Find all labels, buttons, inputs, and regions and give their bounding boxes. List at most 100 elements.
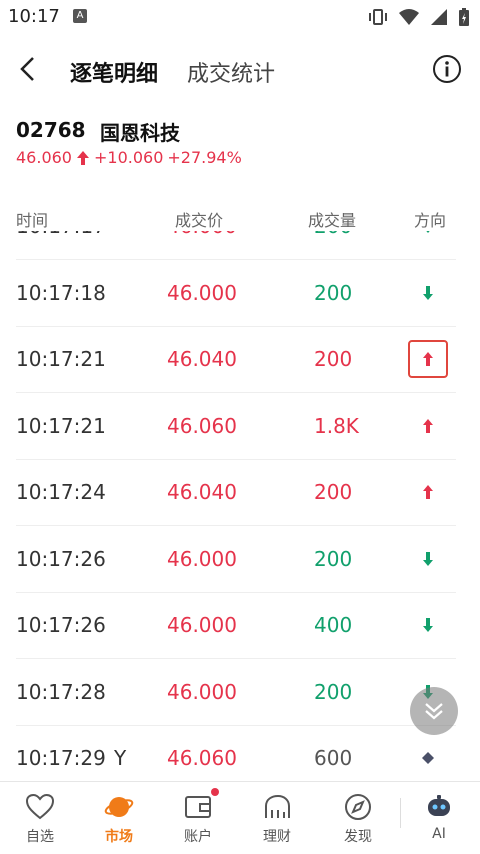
- row-direction: [408, 606, 448, 644]
- row-time: 10:17:21: [16, 347, 106, 371]
- status-icons: [368, 7, 470, 27]
- row-volume: 200: [314, 546, 353, 571]
- row-price: 46.040: [167, 480, 237, 504]
- row-direction: [408, 231, 448, 245]
- wifi-icon: [399, 9, 419, 25]
- row-price: 46.000: [167, 679, 237, 704]
- diamond-icon: [422, 752, 434, 764]
- row-direction: [408, 473, 448, 511]
- row-volume: 1.8K: [314, 413, 359, 438]
- row-time: 10:17:26: [16, 546, 106, 571]
- row-time: 10:17:24: [16, 480, 106, 504]
- row-time: 10:17:29: [16, 746, 106, 770]
- table-row: 10:17:29 Y 46.060 600: [16, 725, 456, 781]
- heart-icon: [25, 793, 55, 820]
- row-price: 46.060: [167, 413, 237, 438]
- row-volume: 200: [314, 480, 353, 504]
- stock-name: 国恩科技: [100, 121, 180, 145]
- row-time: 10:17:26: [16, 613, 106, 637]
- down-arrow-icon: [423, 618, 433, 632]
- bottom-nav: 自选 市场 账户 理财 发现 AI: [0, 781, 480, 854]
- table-row: 10:17:24 46.040 200: [16, 459, 456, 526]
- last-price: 46.060: [16, 148, 72, 167]
- double-chevron-down-icon: [425, 703, 443, 720]
- row-flag: Y: [114, 746, 127, 770]
- row-price: 46.000: [167, 546, 237, 571]
- col-time: 时间: [16, 211, 49, 230]
- row-time: 10:17:18: [16, 280, 106, 305]
- vibrate-icon: [369, 9, 387, 25]
- table-row: 10:17:28 46.000 200: [16, 659, 456, 726]
- down-arrow-icon: [423, 551, 433, 566]
- tab-trade-statistics[interactable]: 成交统计: [187, 56, 275, 88]
- table-row: 10:17:18 46.000 200: [16, 260, 456, 327]
- compass-icon: [345, 794, 371, 820]
- row-direction: [408, 739, 448, 777]
- row-volume: 200: [314, 679, 353, 704]
- row-price: 46.000: [167, 280, 237, 305]
- col-direction: 方向: [414, 211, 447, 230]
- wallet-icon: [185, 796, 211, 818]
- down-arrow-icon: [423, 285, 433, 300]
- nav-watchlist[interactable]: 自选: [10, 782, 70, 854]
- scroll-to-bottom-button[interactable]: [410, 687, 458, 735]
- stock-code: 02768: [16, 118, 86, 142]
- table-row: 10:17:17 46.000 200: [16, 231, 456, 260]
- back-arrow-icon[interactable]: [14, 54, 44, 84]
- price-line: 46.060 +10.060 +27.94%: [16, 148, 242, 167]
- row-volume: 200: [314, 347, 353, 371]
- row-direction: [408, 340, 448, 378]
- row-direction: [408, 540, 448, 578]
- tab-tick-details[interactable]: 逐笔明细: [70, 56, 158, 88]
- up-arrow-icon: [423, 485, 433, 499]
- table-row: 10:17:21 46.040 200: [16, 326, 456, 393]
- row-time: 10:17:28: [16, 679, 106, 704]
- row-price: 46.000: [167, 231, 237, 238]
- battery-icon: [459, 8, 469, 26]
- nav-market-label: 市场: [105, 829, 133, 845]
- planet-icon: [104, 797, 134, 817]
- nav-ai[interactable]: AI: [409, 782, 469, 854]
- nav-discover[interactable]: 发现: [328, 782, 388, 854]
- notification-a-icon: A: [73, 9, 87, 23]
- row-volume: 200: [314, 280, 353, 305]
- robot-icon: [428, 795, 450, 816]
- table-row: 10:17:26 46.000 400: [16, 592, 456, 659]
- row-price: 46.060: [167, 746, 237, 770]
- row-direction: [408, 407, 448, 445]
- elephant-icon: [265, 794, 290, 818]
- row-time: 10:17:17: [16, 231, 106, 238]
- header: 逐笔明细 成交统计: [0, 40, 480, 100]
- down-arrow-icon: [426, 231, 430, 233]
- col-volume: 成交量: [308, 211, 357, 230]
- row-volume: 600: [314, 746, 353, 770]
- nav-divider: [400, 798, 401, 828]
- row-time: 10:17:21: [16, 413, 106, 438]
- nav-watchlist-label: 自选: [26, 829, 54, 845]
- nav-market[interactable]: 市场: [89, 782, 149, 854]
- status-bar: 10:17 A: [0, 0, 480, 34]
- nav-account[interactable]: 账户: [168, 782, 228, 854]
- up-arrow-icon: [423, 352, 433, 366]
- col-price: 成交价: [175, 211, 224, 230]
- nav-wealth[interactable]: 理财: [247, 782, 307, 854]
- up-arrow-icon: [76, 150, 89, 165]
- tick-list[interactable]: 10:17:1746.00020010:17:1846.00020010:17:…: [0, 231, 480, 781]
- row-volume: 200: [314, 231, 352, 238]
- nav-ai-label: AI: [432, 826, 446, 842]
- nav-account-label: 账户: [184, 829, 212, 845]
- info-icon[interactable]: [432, 54, 462, 84]
- nav-wealth-label: 理财: [263, 829, 291, 845]
- row-price: 46.040: [167, 347, 237, 371]
- price-change: +10.060: [93, 148, 164, 167]
- row-volume: 400: [314, 613, 353, 637]
- table-row: 10:17:21 46.060 1.8K: [16, 393, 456, 460]
- column-headers: 时间 成交价 成交量 方向: [0, 207, 480, 231]
- up-arrow-icon: [423, 418, 433, 433]
- table-row: 10:17:26 46.000 200: [16, 526, 456, 593]
- status-time: 10:17: [8, 6, 60, 27]
- signal-icon: [431, 9, 447, 25]
- nav-discover-label: 发现: [344, 829, 372, 845]
- row-direction: [408, 274, 448, 312]
- price-change-percent: +27.94%: [167, 148, 242, 167]
